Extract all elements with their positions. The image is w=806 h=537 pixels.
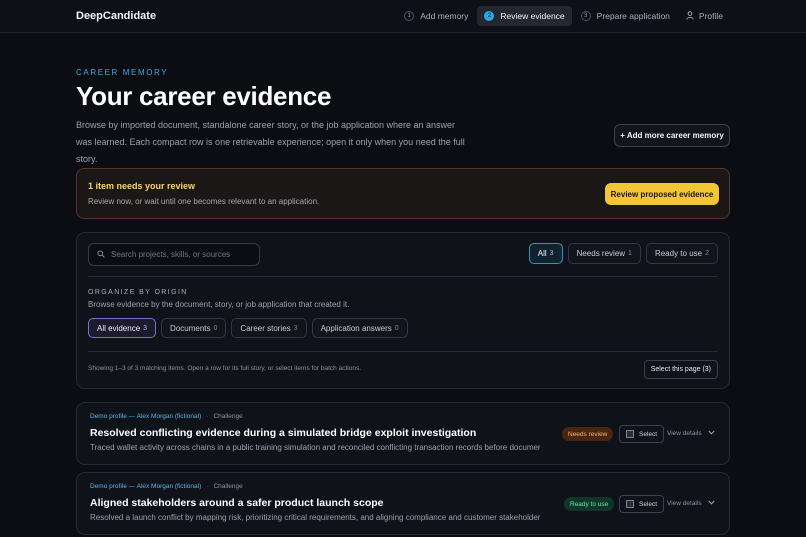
chevron-down-icon	[708, 430, 715, 437]
view-details-label: View details	[667, 430, 702, 437]
app-brand[interactable]: DeepCandidate	[76, 10, 156, 22]
step-number: 1	[404, 11, 415, 21]
status-filter-tabs: All 3 Needs review 1 Ready to use 2	[528, 243, 718, 264]
view-details-label: View details	[667, 500, 702, 507]
page-intro: Browse by imported document, standalone …	[76, 120, 465, 164]
view-details-button[interactable]: View details	[667, 430, 715, 437]
card-description: Resolved a launch conflict by mapping ri…	[90, 513, 540, 522]
origin-filter-tabs: All evidence 3 Documents 0 Career storie…	[88, 318, 408, 338]
tab-count: 1	[628, 250, 632, 257]
select-button[interactable]: Select	[619, 425, 665, 443]
divider	[88, 276, 718, 277]
profile-label: Profile	[698, 11, 723, 21]
step-number: 3	[580, 11, 591, 21]
status-badge: Ready to use	[564, 497, 615, 511]
evidence-card[interactable]: Demo profile — Alex Morgan (fictional) ·…	[76, 402, 730, 465]
card-meta: Demo profile — Alex Morgan (fictional) ·…	[90, 483, 243, 490]
review-banner-title: 1 item needs your review	[88, 181, 196, 191]
view-details-button[interactable]: View details	[667, 500, 715, 507]
tab-label: All evidence	[97, 323, 141, 333]
card-source[interactable]: Demo profile — Alex Morgan (fictional)	[90, 413, 201, 420]
tab-count: 0	[213, 324, 218, 332]
tab-all[interactable]: All 3	[528, 243, 563, 264]
tab-all-evidence[interactable]: All evidence 3	[88, 318, 157, 338]
search-input[interactable]	[111, 250, 251, 259]
top-bar: DeepCandidate 1 Add memory 2 Review evid…	[0, 0, 806, 33]
origin-label: ORGANIZE BY ORIGIN	[88, 289, 188, 296]
divider	[88, 351, 718, 352]
card-meta: Demo profile — Alex Morgan (fictional) ·…	[90, 413, 243, 420]
step-label: Add memory	[420, 11, 469, 21]
checkbox[interactable]	[626, 430, 634, 438]
tab-label: Documents	[170, 323, 211, 333]
user-icon	[686, 10, 694, 22]
step-nav: 1 Add memory 2 Review evidence 3 Prepare…	[395, 6, 730, 26]
origin-subtitle: Browse evidence by the document, story, …	[88, 300, 350, 309]
search-icon	[97, 249, 105, 260]
add-career-memory-button[interactable]: + Add more career memory	[614, 124, 730, 147]
tab-application-answers[interactable]: Application answers 0	[311, 318, 408, 338]
tab-count: 2	[705, 250, 709, 257]
select-button[interactable]: Select	[619, 495, 665, 513]
review-banner-subtitle: Review now, or wait until one becomes re…	[88, 197, 320, 206]
select-page-button[interactable]: Select this page (3)	[643, 360, 718, 379]
step-label: Review evidence	[500, 11, 565, 21]
select-label: Select	[639, 430, 658, 438]
tab-documents[interactable]: Documents 0	[161, 318, 227, 338]
review-proposed-evidence-button[interactable]: Review proposed evidence	[605, 183, 719, 205]
tab-career-stories[interactable]: Career stories 3	[231, 318, 307, 338]
review-banner: 1 item needs your review Review now, or …	[76, 168, 730, 219]
search-box[interactable]	[88, 243, 260, 266]
tab-label: Ready to use	[654, 249, 703, 258]
select-label: Select	[639, 500, 658, 508]
step-number: 2	[484, 11, 495, 21]
tab-needs-review[interactable]: Needs review 1	[567, 243, 641, 264]
result-summary: Showing 1–3 of 3 matching items. Open a …	[88, 365, 361, 372]
meta-separator: ·	[206, 413, 209, 420]
profile-link[interactable]: Profile	[679, 6, 730, 26]
card-source[interactable]: Demo profile — Alex Morgan (fictional)	[90, 483, 201, 490]
step-add-memory[interactable]: 1 Add memory	[397, 6, 475, 26]
tab-count: 3	[293, 324, 298, 332]
filter-panel: All 3 Needs review 1 Ready to use 2 ORGA…	[76, 232, 730, 389]
status-badge: Needs review	[562, 427, 614, 441]
card-kind: Challenge	[213, 483, 243, 490]
tab-count: 3	[143, 324, 148, 332]
card-title[interactable]: Resolved conflicting evidence during a s…	[90, 427, 476, 439]
card-description: Traced wallet activity across chains in …	[90, 443, 540, 452]
tab-label: Career stories	[240, 323, 291, 333]
page-title: Your career evidence	[76, 81, 332, 111]
tab-count: 3	[549, 250, 554, 257]
chevron-down-icon	[708, 500, 715, 507]
tab-label: Application answers	[320, 323, 392, 333]
evidence-card[interactable]: Demo profile — Alex Morgan (fictional) ·…	[76, 472, 730, 535]
section-eyebrow: CAREER MEMORY	[76, 68, 169, 77]
step-review-evidence[interactable]: 2 Review evidence	[477, 6, 572, 26]
tab-ready-to-use[interactable]: Ready to use 2	[645, 243, 718, 264]
step-label: Prepare application	[596, 11, 670, 21]
card-kind: Challenge	[213, 413, 243, 420]
tab-label: Needs review	[576, 249, 626, 258]
card-title[interactable]: Aligned stakeholders around a safer prod…	[90, 497, 383, 509]
tab-count: 0	[394, 324, 399, 332]
checkbox[interactable]	[626, 500, 634, 508]
tab-label: All	[537, 249, 547, 258]
meta-separator: ·	[206, 483, 209, 490]
step-prepare-application[interactable]: 3 Prepare application	[574, 6, 677, 26]
